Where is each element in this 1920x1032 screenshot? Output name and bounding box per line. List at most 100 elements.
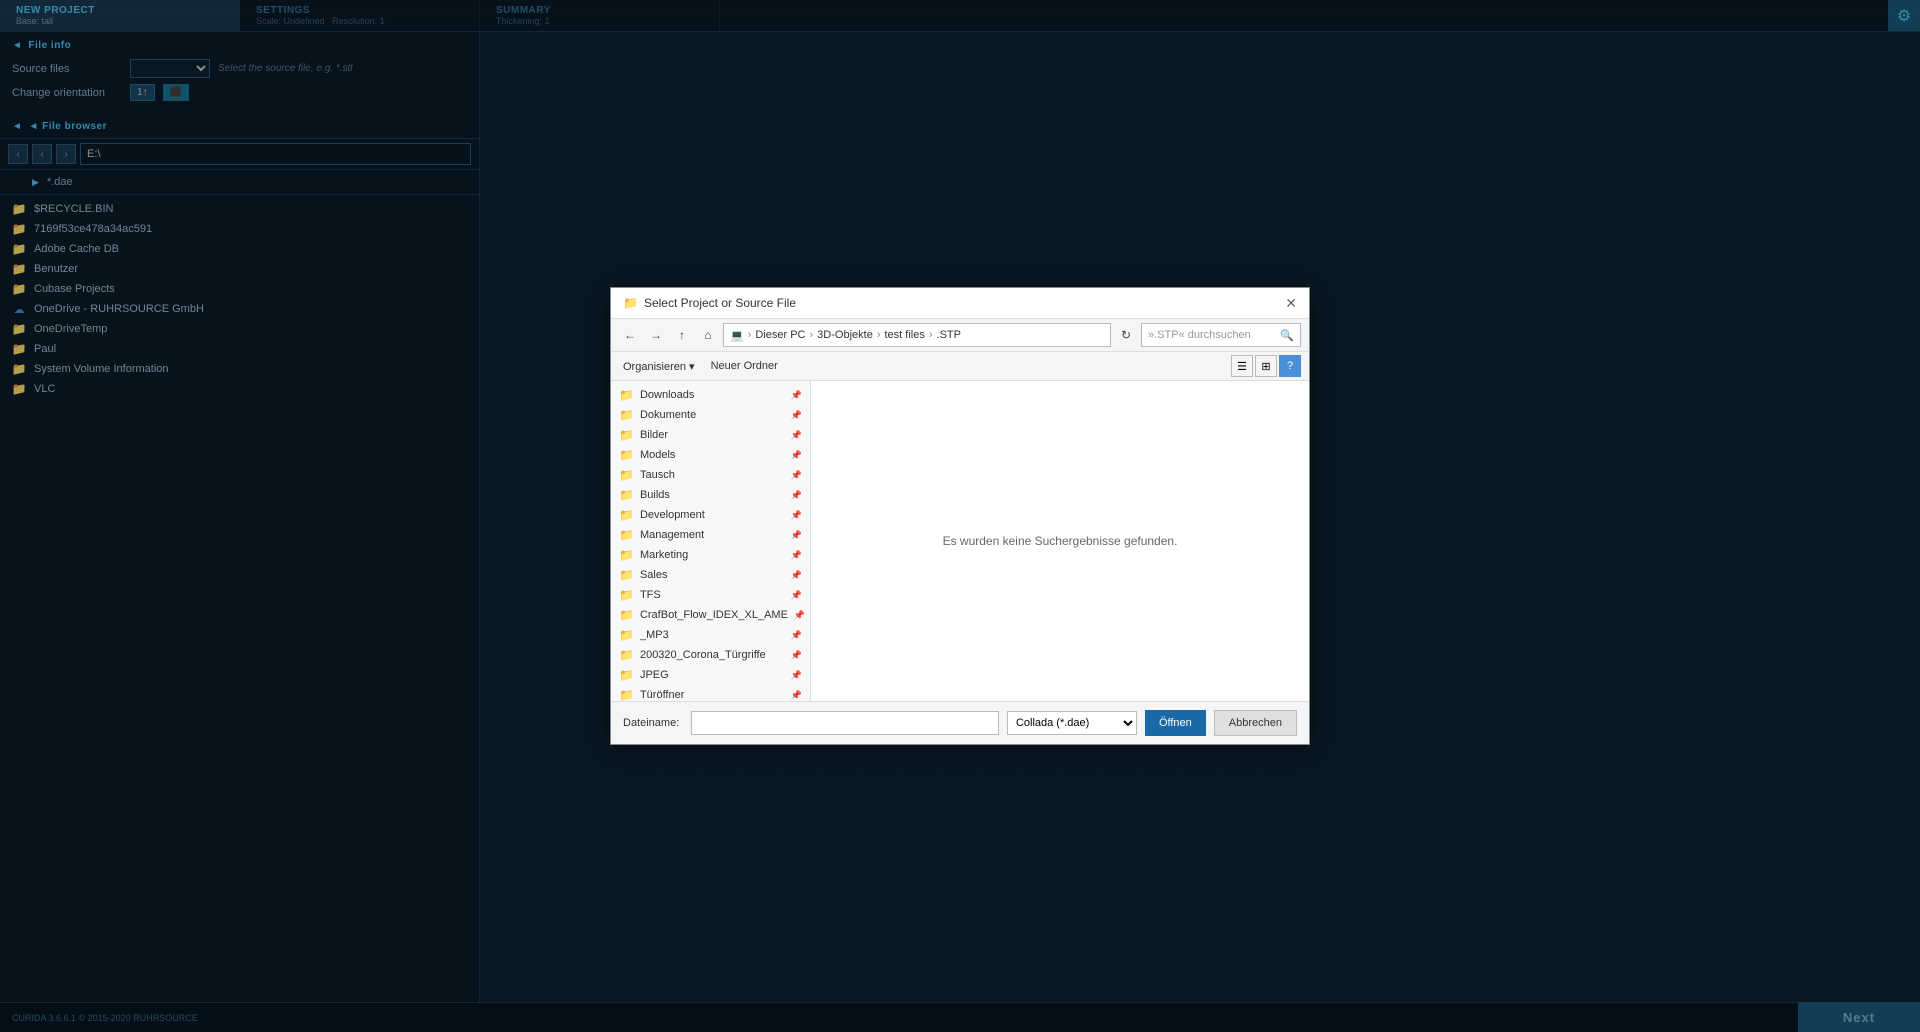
dialog-sidebar-item[interactable]: 📁 Builds 📌	[611, 485, 810, 505]
breadcrumb-part-4[interactable]: .STP	[937, 329, 961, 341]
sidebar-item-name: Downloads	[640, 389, 694, 401]
dialog-sidebar-item[interactable]: 📁 Tausch📌	[611, 465, 810, 485]
dialog-sidebar-item[interactable]: 📁 Marketing 📌	[611, 545, 810, 565]
sidebar-item-name: Dokumente	[640, 409, 696, 421]
pin-icon: 📌	[791, 670, 802, 681]
pin-icon: 📌	[791, 690, 802, 701]
sidebar-folder-icon: 📁	[619, 428, 634, 442]
pin-icon: 📌	[794, 610, 805, 621]
dialog-title-icon: 📁	[623, 296, 638, 310]
view-buttons: ☰ ⊞ ?	[1231, 355, 1301, 377]
dialog-sidebar-item[interactable]: 📁 Management 📌	[611, 525, 810, 545]
organise-button[interactable]: Organisieren ▾	[619, 358, 699, 375]
dialog-nav-back[interactable]: ←	[619, 324, 641, 346]
dialog-sidebar-item[interactable]: 📁 Models 📌	[611, 445, 810, 465]
pin-icon: 📌	[791, 590, 802, 601]
sidebar-item-name: Bilder	[640, 429, 668, 441]
sidebar-folder-icon: 📁	[619, 528, 634, 542]
sidebar-folder-icon: 📁	[619, 588, 634, 602]
dialog-main-area: Es wurden keine Suchergebnisse gefunden.	[811, 381, 1309, 701]
view-help-btn[interactable]: ?	[1279, 355, 1301, 377]
dialog-sidebar-item[interactable]: 📁 TFS 📌	[611, 585, 810, 605]
pin-icon: 📌	[791, 450, 802, 461]
dialog-titlebar: 📁 Select Project or Source File ✕	[611, 288, 1309, 319]
pin-icon: 📌	[791, 410, 802, 421]
sidebar-item-name: 200320_Corona_Türgriffe	[640, 649, 766, 661]
dialog-refresh-btn[interactable]: ↻	[1115, 324, 1137, 346]
pin-icon: 📌	[791, 530, 802, 541]
pin-icon: 📌	[791, 490, 802, 501]
sidebar-item-name: Builds	[640, 489, 670, 501]
sidebar-folder-icon: 📁	[619, 688, 634, 701]
dialog-nav-up[interactable]: ↑	[671, 324, 693, 346]
sidebar-item-name: _MP3	[640, 629, 669, 641]
pin-icon: 📌	[791, 550, 802, 561]
filetype-select[interactable]: Collada (*.dae)	[1007, 711, 1137, 735]
sidebar-folder-icon: 📁	[619, 448, 634, 462]
dialog-overlay: 📁 Select Project or Source File ✕ ← → ↑ …	[0, 0, 1920, 1032]
sidebar-item-name: Management	[640, 529, 704, 541]
dialog-close-button[interactable]: ✕	[1285, 296, 1297, 310]
breadcrumb-sep-1: ›	[748, 329, 752, 341]
search-placeholder-text: ».STP« durchsuchen	[1148, 329, 1251, 341]
filename-input[interactable]	[691, 711, 999, 735]
dialog-breadcrumb: 💻 › Dieser PC › 3D-Objekte › test files …	[723, 323, 1111, 347]
view-list-btn[interactable]: ☰	[1231, 355, 1253, 377]
breadcrumb-part-2[interactable]: 3D-Objekte	[817, 329, 873, 341]
cancel-button[interactable]: Abbrechen	[1214, 710, 1297, 736]
breadcrumb-part-1[interactable]: Dieser PC	[755, 329, 805, 341]
dialog-sidebar-item[interactable]: 📁 Development 📌	[611, 505, 810, 525]
breadcrumb-icon: 💻	[730, 329, 744, 342]
dialog-sidebar-item[interactable]: 📁 200320_Corona_Türgriffe 📌	[611, 645, 810, 665]
sidebar-item-name: Models	[640, 449, 675, 461]
new-folder-button[interactable]: Neuer Ordner	[707, 358, 782, 374]
sidebar-folder-icon: 📁	[619, 388, 634, 402]
open-button[interactable]: Öffnen	[1145, 710, 1206, 736]
pin-icon: 📌	[791, 390, 802, 401]
dialog-toolbar: ← → ↑ ⌂ 💻 › Dieser PC › 3D-Objekte › tes…	[611, 319, 1309, 352]
file-dialog: 📁 Select Project or Source File ✕ ← → ↑ …	[610, 287, 1310, 745]
dialog-sidebar-item[interactable]: 📁 _MP3 📌	[611, 625, 810, 645]
sidebar-folder-icon: 📁	[619, 608, 634, 622]
sidebar-folder-icon: 📁	[619, 668, 634, 682]
dialog-actions-bar: Organisieren ▾ Neuer Ordner ☰ ⊞ ?	[611, 352, 1309, 381]
pin-icon: 📌	[791, 630, 802, 641]
sidebar-folder-icon: 📁	[619, 648, 634, 662]
no-results-text: Es wurden keine Suchergebnisse gefunden.	[943, 534, 1178, 548]
dialog-search-box[interactable]: ».STP« durchsuchen 🔍	[1141, 323, 1301, 347]
dialog-nav-home[interactable]: ⌂	[697, 324, 719, 346]
sidebar-item-name: Marketing	[640, 549, 688, 561]
breadcrumb-part-3[interactable]: test files	[884, 329, 924, 341]
dialog-sidebar-item[interactable]: 📁 Bilder 📌	[611, 425, 810, 445]
sidebar-folder-icon: 📁	[619, 488, 634, 502]
pin-icon: 📌	[791, 510, 802, 521]
dialog-sidebar-item[interactable]: 📁 JPEG 📌	[611, 665, 810, 685]
dialog-nav-forward[interactable]: →	[645, 324, 667, 346]
sidebar-folder-icon: 📁	[619, 508, 634, 522]
sidebar-item-name: Development	[640, 509, 705, 521]
pin-icon: 📌	[791, 650, 802, 661]
dialog-title: 📁 Select Project or Source File	[623, 296, 796, 310]
sidebar-folder-icon: 📁	[619, 548, 634, 562]
view-grid-btn[interactable]: ⊞	[1255, 355, 1277, 377]
pin-icon: 📌	[791, 470, 802, 481]
dialog-title-text: Select Project or Source File	[644, 296, 796, 310]
dialog-sidebar-item[interactable]: 📁 Türöffner📌	[611, 685, 810, 701]
sidebar-folder-icon: 📁	[619, 408, 634, 422]
search-icon: 🔍	[1280, 329, 1294, 342]
dialog-sidebar: 📁 Downloads📌📁 Dokumente📌📁 Bilder📌📁 Model…	[611, 381, 811, 701]
sidebar-item-name: Sales	[640, 569, 668, 581]
dialog-sidebar-item[interactable]: 📁 Downloads 📌	[611, 385, 810, 405]
dialog-footer: Dateiname: Collada (*.dae) Öffnen Abbrec…	[611, 701, 1309, 744]
pin-icon: 📌	[791, 430, 802, 441]
filename-label: Dateiname:	[623, 717, 683, 729]
dialog-body: 📁 Downloads📌📁 Dokumente📌📁 Bilder📌📁 Model…	[611, 381, 1309, 701]
dialog-sidebar-item[interactable]: 📁 CrafBot_Flow_IDEX_XL_AME 📌	[611, 605, 810, 625]
sidebar-item-name: Tausch	[640, 469, 675, 481]
sidebar-folder-icon: 📁	[619, 628, 634, 642]
dialog-sidebar-item[interactable]: 📁 Dokumente 📌	[611, 405, 810, 425]
sidebar-item-name: CrafBot_Flow_IDEX_XL_AME	[640, 609, 788, 621]
dialog-sidebar-item[interactable]: 📁 Sales📌	[611, 565, 810, 585]
sidebar-item-name: TFS	[640, 589, 661, 601]
sidebar-item-name: JPEG	[640, 669, 669, 681]
